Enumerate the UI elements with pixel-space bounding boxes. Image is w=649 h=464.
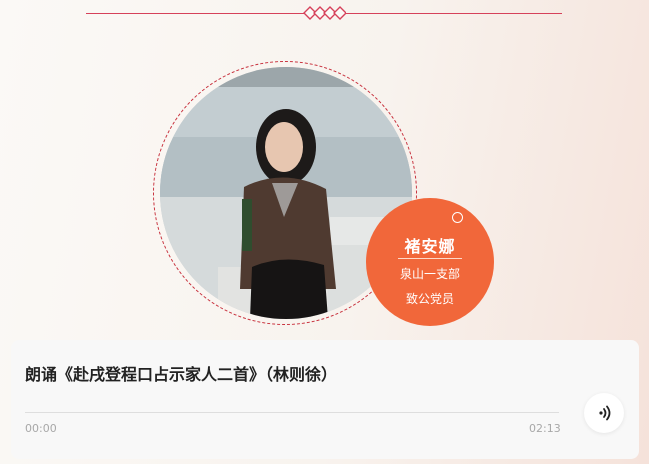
play-button[interactable] bbox=[584, 393, 624, 433]
current-time: 00:00 bbox=[25, 422, 57, 435]
track-title: 朗诵《赴戌登程口占示家人二首》（林则徐） bbox=[25, 365, 338, 384]
badge-divider bbox=[398, 258, 462, 259]
badge-dot-icon bbox=[452, 212, 463, 223]
member-role: 致公党员 bbox=[405, 292, 454, 306]
duration: 02:13 bbox=[529, 422, 561, 435]
audio-player-card: 朗诵《赴戌登程口占示家人二首》（林则徐） 00:00 02:13 bbox=[11, 340, 639, 459]
diamond-ornament-icon bbox=[303, 6, 346, 20]
audio-play-icon bbox=[599, 405, 611, 421]
progress-bar[interactable] bbox=[25, 412, 559, 413]
member-branch: 泉山一支部 bbox=[399, 267, 460, 281]
member-name: 褚安娜 bbox=[404, 237, 456, 256]
member-info-badge: 褚安娜 泉山一支部 致公党员 bbox=[366, 198, 494, 326]
